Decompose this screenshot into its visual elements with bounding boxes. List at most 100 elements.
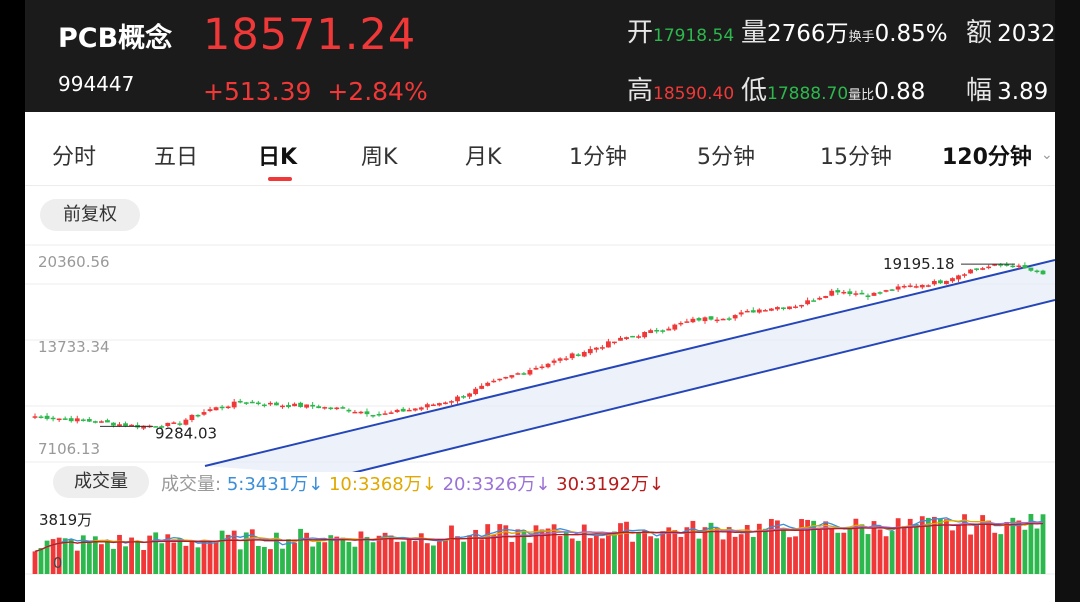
- candle-body: [328, 407, 334, 410]
- candle-body: [877, 292, 883, 294]
- volume-bar: [998, 534, 1004, 574]
- adjust-mode-button[interactable]: 前复权: [40, 199, 140, 231]
- candle-body: [92, 421, 98, 423]
- candle-body: [111, 422, 116, 426]
- amount-label: 额: [966, 18, 993, 48]
- volume-stat: 量2766万换手0.85%: [741, 12, 948, 49]
- candle-body: [418, 407, 424, 410]
- tab-five-day[interactable]: 五日: [154, 139, 198, 171]
- candle-body: [334, 407, 340, 410]
- tab-intraday[interactable]: 分时: [52, 139, 96, 171]
- volume-bar: [696, 538, 702, 574]
- volume-bar: [135, 540, 141, 574]
- candle-body: [871, 292, 877, 296]
- volume-chart[interactable]: [25, 496, 1055, 576]
- volume-bar: [575, 540, 581, 574]
- volume-bar: [455, 536, 460, 574]
- volume-bar: [956, 524, 961, 574]
- candle-body: [648, 330, 654, 334]
- candle-body: [660, 330, 666, 332]
- volume-bar: [1010, 517, 1016, 574]
- candle-body: [56, 418, 62, 421]
- candle-body: [1040, 270, 1046, 275]
- volume-bar: [358, 531, 364, 574]
- tab-1min[interactable]: 1分钟: [569, 139, 627, 171]
- candle-body: [551, 360, 557, 363]
- volume-bar: [968, 534, 973, 574]
- volume-bar: [587, 538, 593, 574]
- candle-body: [696, 318, 702, 321]
- candle-body: [1028, 267, 1034, 271]
- candle-body: [497, 378, 503, 381]
- candle-body: [859, 292, 865, 295]
- volume-axis-max: 3819万: [39, 511, 93, 529]
- candle-body: [406, 409, 412, 412]
- volume-bar: [201, 540, 207, 574]
- candle-body: [98, 421, 104, 423]
- high-label: 高: [627, 76, 654, 106]
- tab-120min[interactable]: 120分钟: [942, 139, 1032, 171]
- volume-bar: [835, 532, 841, 574]
- candle-body: [799, 305, 804, 307]
- candle-body: [400, 408, 406, 412]
- volume-bar: [129, 537, 134, 574]
- price-axis-mid: 13733.34: [38, 338, 110, 356]
- candlestick-chart[interactable]: 19195.18 9284.03: [25, 240, 1055, 472]
- candle-body: [762, 310, 768, 312]
- tab-daily-k[interactable]: 日K: [258, 139, 297, 171]
- price-axis-bottom: 7106.13: [38, 440, 101, 458]
- candle-body: [316, 406, 322, 409]
- candle-body: [986, 266, 992, 269]
- candle-body: [237, 400, 243, 403]
- tab-monthly-k[interactable]: 月K: [465, 139, 501, 171]
- volume-indicator-button[interactable]: 成交量: [53, 466, 149, 498]
- volume-bar: [424, 543, 430, 574]
- candle-body: [654, 329, 660, 332]
- volume-bar: [913, 523, 919, 574]
- candle-body: [624, 337, 629, 340]
- current-price: 18571.24: [203, 10, 417, 60]
- volume-bar: [871, 521, 877, 574]
- volume-bar: [261, 546, 267, 574]
- turnover-value: 0.85%: [874, 21, 948, 47]
- volume-bar: [159, 543, 165, 574]
- candle-body: [811, 300, 817, 302]
- candle-body: [901, 285, 907, 288]
- volume-bar: [292, 542, 297, 574]
- candle-body: [587, 349, 593, 354]
- volume-bar: [231, 530, 237, 574]
- tab-5min[interactable]: 5分钟: [697, 139, 755, 171]
- volume-bar: [340, 537, 346, 574]
- candle-body: [678, 322, 684, 325]
- candle-body: [581, 351, 587, 357]
- amplitude-stat: 幅 3.89: [966, 70, 1048, 107]
- volume-bar: [974, 525, 980, 574]
- candle-body: [768, 308, 774, 311]
- volume-bar: [195, 547, 201, 574]
- trend-channel-upper: [204, 259, 1055, 467]
- candle-body: [847, 291, 853, 295]
- volume-bar: [183, 545, 189, 574]
- candle-body: [44, 415, 50, 419]
- volume-bar: [714, 527, 720, 574]
- candle-body: [449, 401, 454, 403]
- volume-legend-title: 成交量:: [161, 474, 222, 495]
- candle-body: [787, 306, 792, 310]
- candle-body: [455, 396, 460, 402]
- candle-body: [479, 385, 485, 389]
- candle-body: [557, 358, 563, 361]
- candle-body: [708, 316, 714, 320]
- candle-body: [823, 296, 829, 298]
- candle-body: [322, 407, 328, 409]
- candle-body: [883, 290, 889, 292]
- volume-bar: [781, 529, 786, 574]
- volume-bar: [599, 538, 605, 574]
- candle-body: [690, 318, 696, 323]
- open-label: 开: [627, 18, 654, 48]
- tab-15min[interactable]: 15分钟: [820, 139, 892, 171]
- candle-body: [280, 405, 285, 408]
- tab-weekly-k[interactable]: 周K: [361, 139, 397, 171]
- chevron-down-icon[interactable]: ⌄: [1041, 147, 1053, 163]
- candle-body: [225, 406, 231, 409]
- candle-body: [956, 275, 961, 280]
